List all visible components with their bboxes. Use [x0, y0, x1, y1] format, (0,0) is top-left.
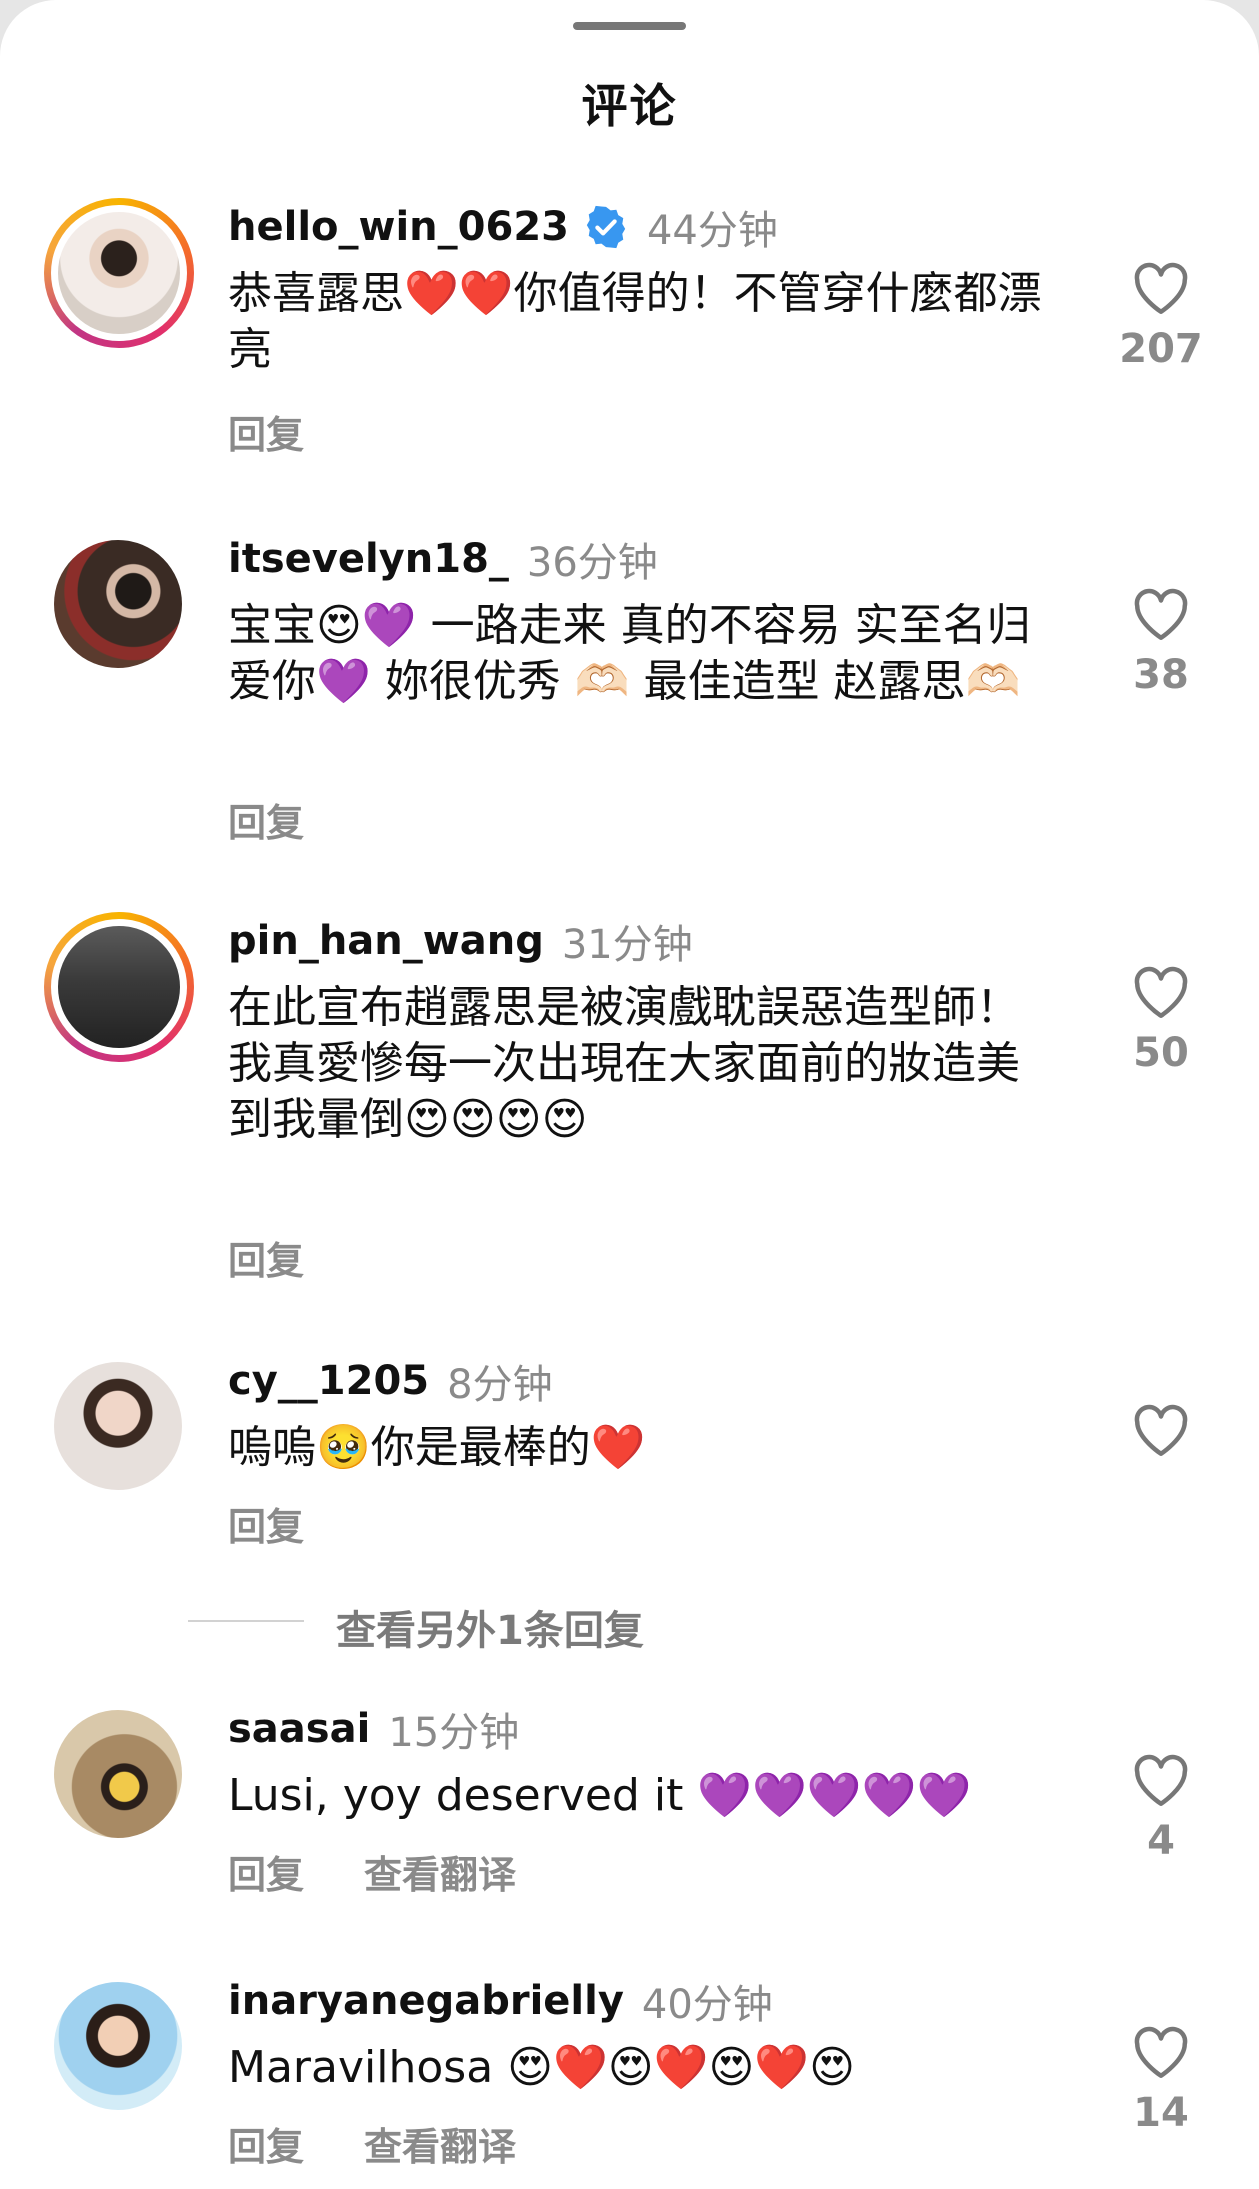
like-count: 4 [1147, 1818, 1175, 1864]
like-count: 207 [1119, 326, 1203, 372]
comment-text: 在此宣布趙露思是被演戲耽誤惡造型師！ 我真愛慘每一次出現在大家面前的妝造美到我暈… [228, 982, 1020, 1145]
view-more-replies-label[interactable]: 查看另外1条回复 [336, 1598, 644, 1656]
avatar[interactable] [44, 1972, 194, 2122]
woman-roses-photo-icon [54, 540, 182, 668]
view-more-replies[interactable]: 查看另外1条回复 [0, 1598, 1259, 1654]
comment-text: 宝宝😍💜 一路走来 真的不容易 实至名归 爱你💜 妳很优秀 🫶🏻 最佳造型 赵露… [228, 600, 1045, 707]
avatar[interactable] [44, 530, 194, 680]
comment-text: 恭喜露思❤️❤️你值得的！不管穿什麼都漂亮 [228, 268, 1042, 375]
woman-glasses-photo-icon [54, 1362, 182, 1490]
woman-photo-icon [58, 212, 180, 334]
username[interactable]: itsevelyn18_ [228, 536, 509, 582]
comments-sheet: 评论 hello_win_0623 44分钟 恭喜露思❤️❤️你值得的！不管穿什… [0, 0, 1259, 2189]
reply-button[interactable]: 回复 [228, 2116, 304, 2171]
comment-header: cy__1205 8分钟 [228, 1352, 553, 1410]
translate-button[interactable]: 查看翻译 [364, 2116, 516, 2171]
heart-icon [1134, 966, 1188, 1018]
divider [188, 1620, 304, 1622]
username[interactable]: hello_win_0623 [228, 204, 569, 250]
like-button[interactable] [1118, 1402, 1204, 1468]
username[interactable]: inaryanegabrielly [228, 1978, 624, 2024]
like-count: 14 [1133, 2090, 1189, 2136]
username[interactable]: cy__1205 [228, 1358, 429, 1404]
drag-handle[interactable] [573, 22, 686, 30]
timestamp: 36分钟 [526, 540, 658, 586]
child-photo-icon [54, 1982, 182, 2110]
verified-badge-icon [586, 205, 626, 249]
like-button[interactable]: 14 [1118, 2024, 1204, 2136]
comment-header: hello_win_0623 44分钟 [228, 198, 778, 256]
timestamp: 15分钟 [388, 1710, 520, 1756]
timestamp: 8分钟 [447, 1362, 553, 1408]
heart-icon [1134, 1404, 1188, 1456]
timestamp: 44分钟 [646, 208, 778, 254]
page-title: 评论 [581, 79, 678, 133]
comment-header: saasai 15分钟 [228, 1700, 519, 1758]
like-button[interactable]: 50 [1118, 964, 1204, 1076]
heart-icon [1134, 2026, 1188, 2078]
avatar[interactable] [44, 1352, 194, 1502]
comment-header: inaryanegabrielly 40分钟 [228, 1972, 773, 2030]
woman-arches-photo-icon [54, 1710, 182, 1838]
reply-button[interactable]: 回复 [228, 1230, 304, 1285]
comment-header: pin_han_wang 31分钟 [228, 912, 693, 970]
avatar[interactable] [44, 1700, 194, 1850]
timestamp: 31分钟 [561, 922, 693, 968]
reply-button[interactable]: 回复 [228, 1844, 304, 1899]
username[interactable]: saasai [228, 1706, 370, 1752]
translate-button[interactable]: 查看翻译 [364, 1844, 516, 1899]
avatar[interactable] [44, 198, 194, 348]
username[interactable]: pin_han_wang [228, 918, 544, 964]
heart-icon [1134, 588, 1188, 640]
street-photo-icon [58, 926, 180, 1048]
like-button[interactable]: 207 [1118, 260, 1204, 372]
like-button[interactable]: 4 [1118, 1752, 1204, 1864]
reply-button[interactable]: 回复 [228, 1496, 304, 1551]
like-count: 50 [1133, 1030, 1189, 1076]
comment-header: itsevelyn18_ 36分钟 [228, 530, 658, 588]
reply-button[interactable]: 回复 [228, 792, 304, 847]
comment-text: 嗚嗚🥹你是最棒的❤️ [228, 1422, 646, 1473]
heart-icon [1134, 262, 1188, 314]
like-button[interactable]: 38 [1118, 586, 1204, 698]
heart-icon [1134, 1754, 1188, 1806]
avatar[interactable] [44, 912, 194, 1062]
reply-button[interactable]: 回复 [228, 404, 304, 459]
comment-text: Maravilhosa 😍❤️😍❤️😍❤️😍 [228, 2042, 855, 2093]
comment-text: Lusi, yoy deserved it 💜💜💜💜💜 [228, 1770, 972, 1821]
timestamp: 40分钟 [641, 1982, 773, 2028]
like-count: 38 [1133, 652, 1189, 698]
